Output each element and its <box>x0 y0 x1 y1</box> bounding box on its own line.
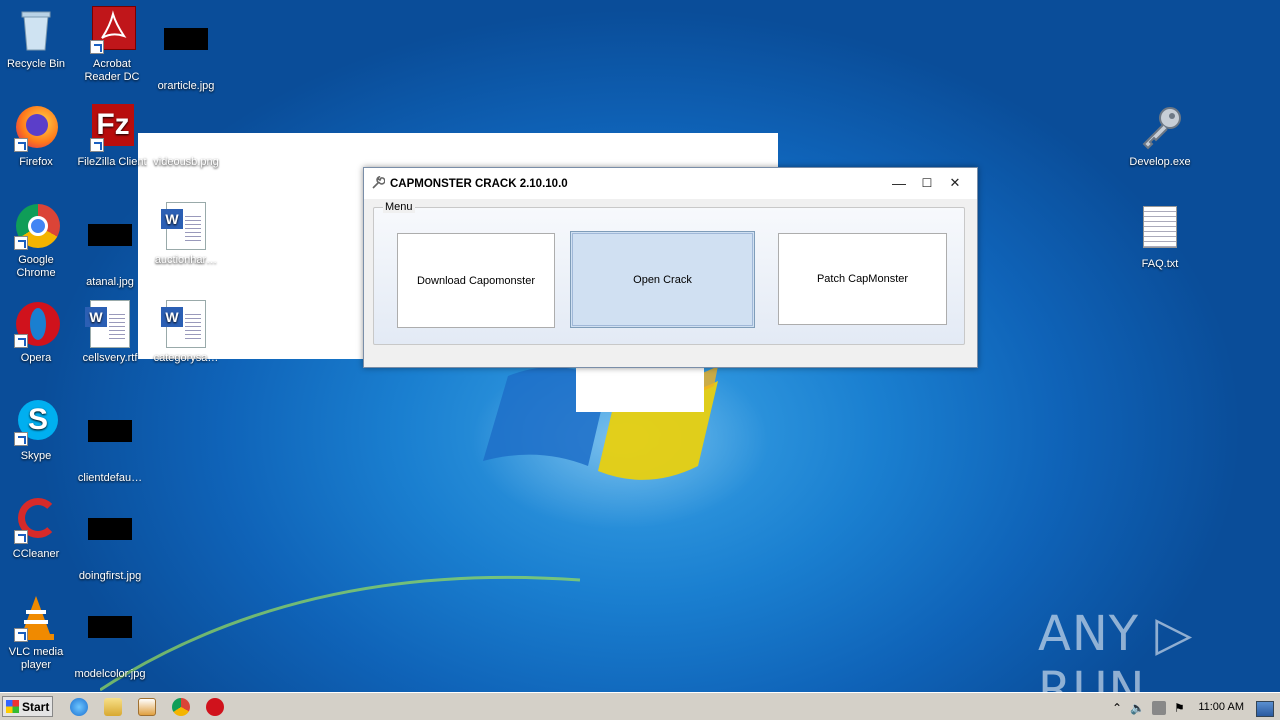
icon-label: cellsvery.rtf <box>82 352 138 364</box>
ccleaner-icon <box>12 496 60 544</box>
icon-label: atanal.jpg <box>86 276 134 288</box>
window-titlebar[interactable]: CAPMONSTER CRACK 2.10.10.0 — ☐ ✕ <box>364 168 977 199</box>
icon-label: doingfirst.jpg <box>78 570 142 582</box>
media-player-icon[interactable] <box>138 698 156 716</box>
text-file-icon <box>1136 206 1184 254</box>
clock[interactable]: 11:00 AM <box>1198 701 1244 713</box>
wallpaper-swoosh <box>100 575 581 692</box>
desktop-icon-filezilla[interactable]: Fz FileZilla Client <box>74 104 150 169</box>
shortcut-arrow-icon <box>14 138 28 152</box>
icon-label: Acrobat Reader DC <box>84 58 140 83</box>
shortcut-arrow-icon <box>14 530 28 544</box>
desktop-icon-acrobat[interactable]: Acrobat Reader DC <box>74 6 150 84</box>
icon-label: clientdefau… <box>77 472 143 484</box>
anyrun-watermark: ANY ▷ RUN <box>1038 606 1194 692</box>
window-title: CAPMONSTER CRACK 2.10.10.0 <box>390 178 568 190</box>
recycle-bin-icon <box>12 6 60 54</box>
desktop-icon-categorysa[interactable]: W categorysa… <box>148 300 224 365</box>
shortcut-arrow-icon <box>90 138 104 152</box>
patch-capmonster-button[interactable]: Patch CapMonster <box>778 233 947 325</box>
wrench-icon <box>372 176 385 189</box>
icon-label: Google Chrome <box>16 254 56 279</box>
desktop-icon-cellsvery[interactable]: W cellsvery.rtf <box>72 300 148 365</box>
opera-taskbar-icon[interactable] <box>206 698 224 716</box>
capmonster-crack-window[interactable]: CAPMONSTER CRACK 2.10.10.0 — ☐ ✕ Menu Do… <box>363 167 978 368</box>
menu-group-label: Menu <box>383 201 415 213</box>
windows-flag-icon <box>6 700 19 713</box>
chrome-taskbar-icon[interactable] <box>172 698 190 716</box>
desktop-icon-firefox[interactable]: Firefox <box>0 104 74 169</box>
image-file-icon <box>162 28 210 76</box>
filezilla-icon: Fz <box>88 104 136 152</box>
desktop-icon-faq[interactable]: FAQ.txt <box>1122 202 1198 271</box>
image-file-icon <box>86 616 134 664</box>
minimize-button[interactable]: — <box>886 173 912 193</box>
desktop-icon-vlc[interactable]: VLC media player <box>0 594 74 672</box>
skype-icon: S <box>12 398 60 446</box>
desktop-icon-doingfirst[interactable]: doingfirst.jpg <box>72 496 148 583</box>
icon-label: orarticle.jpg <box>157 80 215 92</box>
icon-label: Firefox <box>19 156 53 168</box>
show-desktop-icon[interactable] <box>1256 701 1274 717</box>
desktop-icon-opera[interactable]: Opera <box>0 300 74 365</box>
image-file-icon <box>86 224 134 272</box>
action-center-flag-icon[interactable]: ⚑ <box>1174 701 1188 715</box>
icon-label: FileZilla Client <box>77 156 147 168</box>
chrome-icon <box>12 202 60 250</box>
start-label: Start <box>22 699 50 714</box>
icon-label: FAQ.txt <box>1141 258 1179 270</box>
desktop-icon-auctionhar[interactable]: W auctionhar… <box>148 202 224 267</box>
key-icon <box>1136 104 1184 152</box>
show-hidden-icons-icon[interactable]: ⌃ <box>1110 701 1124 715</box>
maximize-button[interactable]: ☐ <box>914 173 940 193</box>
icon-label: CCleaner <box>12 548 60 560</box>
desktop-icon-chrome[interactable]: Google Chrome <box>0 202 74 280</box>
image-file-icon <box>162 104 210 152</box>
shortcut-arrow-icon <box>14 334 28 348</box>
icon-label: modelcolor.jpg <box>74 668 146 680</box>
desktop-icon-atanal[interactable]: atanal.jpg <box>72 202 148 289</box>
shortcut-arrow-icon <box>14 236 28 250</box>
icon-label: categorysa… <box>153 352 219 364</box>
open-crack-button[interactable]: Open Crack <box>570 231 755 328</box>
vlc-cone-icon <box>12 594 60 642</box>
close-button[interactable]: ✕ <box>942 173 968 193</box>
image-file-icon <box>86 518 134 566</box>
word-document-icon: W <box>85 300 134 348</box>
icon-label: Recycle Bin <box>6 58 66 70</box>
desktop-icon-ccleaner[interactable]: CCleaner <box>0 496 74 561</box>
shortcut-arrow-icon <box>90 40 104 54</box>
icon-label: VLC media player <box>8 646 64 671</box>
taskbar: Start ⌃ 🔈 ⚑ 11:00 AM <box>0 692 1280 720</box>
icon-label: Opera <box>20 352 52 364</box>
desktop: Recycle Bin Acrobat Reader DC orarticle.… <box>0 0 1280 692</box>
volume-icon[interactable]: 🔈 <box>1130 701 1145 715</box>
shortcut-arrow-icon <box>14 432 28 446</box>
icon-label: Skype <box>20 450 52 462</box>
internet-explorer-icon[interactable] <box>70 698 88 716</box>
firefox-icon <box>12 104 60 152</box>
opera-icon <box>12 300 60 348</box>
download-capomonster-button[interactable]: Download Capomonster <box>397 233 555 328</box>
shortcut-arrow-icon <box>14 628 28 642</box>
desktop-icon-videousb[interactable]: videousb.png <box>148 104 224 169</box>
image-file-icon <box>86 420 134 468</box>
icon-label: videousb.png <box>153 156 219 168</box>
icon-label: Develop.exe <box>1129 156 1191 168</box>
desktop-icon-orarticle[interactable]: orarticle.jpg <box>148 6 224 93</box>
system-tray: ⌃ 🔈 ⚑ 11:00 AM <box>1102 695 1280 719</box>
desktop-icon-recycle-bin[interactable]: Recycle Bin <box>0 6 74 71</box>
desktop-icon-skype[interactable]: S Skype <box>0 398 74 463</box>
network-icon[interactable] <box>1152 701 1166 715</box>
start-button[interactable]: Start <box>2 696 53 717</box>
desktop-icon-clientdefau[interactable]: clientdefau… <box>72 398 148 485</box>
acrobat-icon <box>88 6 136 54</box>
word-document-icon: W <box>161 300 210 348</box>
file-explorer-icon[interactable] <box>104 698 122 716</box>
word-document-icon: W <box>161 202 210 250</box>
desktop-icon-modelcolor[interactable]: modelcolor.jpg <box>72 594 148 681</box>
desktop-icon-develop[interactable]: Develop.exe <box>1122 104 1198 169</box>
blank-window-artifact <box>576 366 704 412</box>
icon-label: auctionhar… <box>154 254 218 266</box>
